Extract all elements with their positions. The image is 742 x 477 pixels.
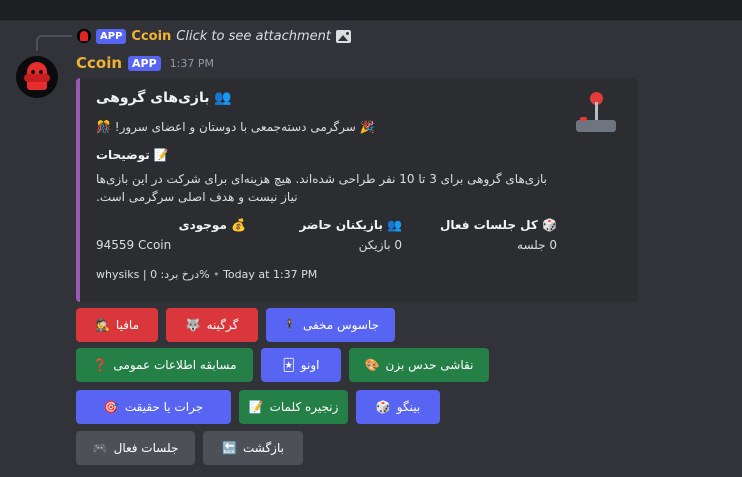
field-value: 94559 Ccoin: [96, 238, 172, 252]
ghost-icon: [24, 62, 50, 90]
reply-author[interactable]: Ccoin: [131, 29, 171, 44]
word-chain-button[interactable]: 📝 زنجیره کلمات: [239, 390, 348, 424]
embed-footer: whysiks | 0 :درخ برد% • Today at 1:37 PM: [96, 268, 318, 281]
secret-spy-button[interactable]: 🕴️ جاسوس مخفی: [266, 308, 395, 342]
button-row-2: ❓ مسابقه اطلاعات عمومی 🃏 اونو 🎨 نقاشی حدس ب…: [76, 348, 489, 382]
embed-title: 👥 بازی‌های گروهی: [96, 90, 232, 106]
active-sessions-button[interactable]: 🎮 جلسات فعال: [76, 431, 195, 465]
image-icon: [336, 29, 352, 43]
embed: 👥 بازی‌های گروهی 🎉 سرگرمی دسته‌جمعی با د…: [76, 78, 638, 302]
bingo-button[interactable]: 🎲 بینگو: [356, 390, 440, 424]
reply-text[interactable]: Click to see attachment: [176, 29, 331, 44]
reply-preview[interactable]: APP Ccoin Click to see attachment: [77, 26, 352, 46]
reply-app-tag: APP: [96, 28, 127, 44]
field-players: 👥 بازیکنان حاضر 0 بازیکن: [252, 218, 402, 252]
field-balance: 💰 موجودی 94559 Ccoin: [96, 218, 246, 252]
app-tag: APP: [128, 55, 161, 71]
embed-description-heading: 📝 توضیحات: [96, 148, 169, 162]
message-header: Ccoin APP 1:37 PM: [76, 54, 214, 72]
field-value: 0 جلسه: [517, 238, 557, 252]
embed-description: بازی‌های گروهی برای 3 تا 10 نفر طراحی شد…: [96, 172, 547, 204]
reply-connector: [36, 35, 72, 51]
reply-avatar[interactable]: [77, 29, 91, 43]
button-row-4: 🎮 جلسات فعال 🔙 بازگشت: [76, 431, 303, 465]
field-name: 💰 موجودی: [178, 218, 246, 232]
joystick-icon: [574, 92, 618, 136]
field-active-sessions: 🎲 کل جلسات فعال 0 جلسه: [407, 218, 557, 252]
button-row-1: 🕵️ مافیا 🐺 گرگینه 🕴️ جاسوس مخفی: [76, 308, 395, 342]
top-bar: [0, 0, 742, 21]
message: APP Ccoin Click to see attachment Ccoin …: [0, 20, 742, 477]
timestamp[interactable]: 1:37 PM: [170, 57, 214, 70]
field-name: 👥 بازیکنان حاضر: [299, 218, 402, 232]
avatar[interactable]: [16, 56, 58, 98]
trivia-button[interactable]: ❓ مسابقه اطلاعات عمومی: [76, 348, 253, 382]
uno-button[interactable]: 🃏 اونو: [261, 348, 341, 382]
truth-or-dare-button[interactable]: 🎯 جرات یا حقیقت: [76, 390, 231, 424]
footer-text: whysiks | 0 :درخ برد%: [96, 268, 210, 281]
back-button[interactable]: 🔙 بازگشت: [203, 431, 303, 465]
field-value: 0 بازیکن: [358, 238, 402, 252]
field-name: 🎲 کل جلسات فعال: [439, 218, 557, 232]
footer-time: Today at 1:37 PM: [223, 268, 318, 281]
draw-guess-button[interactable]: 🎨 نقاشی حدس بزن: [349, 348, 489, 382]
author-name[interactable]: Ccoin: [76, 54, 122, 72]
button-row-3: 🎯 جرات یا حقیقت 📝 زنجیره کلمات 🎲 بینگو: [76, 390, 440, 424]
embed-subtitle: 🎉 سرگرمی دسته‌جمعی با دوستان و اعضای سرو…: [96, 120, 375, 134]
werewolf-button[interactable]: 🐺 گرگینه: [166, 308, 258, 342]
mafia-button[interactable]: 🕵️ مافیا: [76, 308, 158, 342]
